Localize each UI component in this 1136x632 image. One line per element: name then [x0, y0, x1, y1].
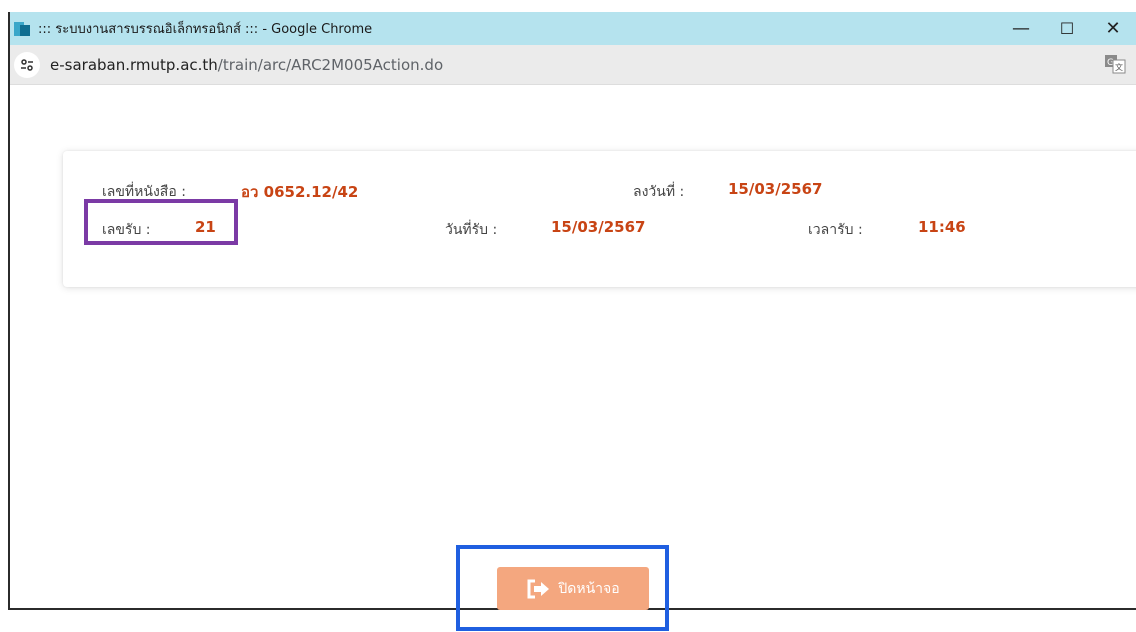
dated-value: 15/03/2567: [728, 180, 823, 198]
window-controls: — ☐ ✕: [998, 12, 1136, 45]
receive-no-highlight: [84, 199, 238, 245]
app-book-icon: [14, 21, 30, 36]
close-button-highlight: [456, 545, 669, 631]
address-bar: e-saraban.rmutp.ac.th/train/arc/ARC2M005…: [10, 45, 1136, 85]
receive-time-value: 11:46: [918, 218, 966, 236]
receive-date-label: วันที่รับ :: [445, 222, 498, 238]
url-text[interactable]: e-saraban.rmutp.ac.th/train/arc/ARC2M005…: [50, 56, 443, 74]
maximize-button[interactable]: ☐: [1044, 12, 1090, 45]
translate-icon[interactable]: G 文: [1104, 54, 1126, 74]
receive-date-value: 15/03/2567: [551, 218, 646, 236]
svg-text:文: 文: [1115, 62, 1123, 72]
close-window-button[interactable]: ✕: [1090, 12, 1136, 45]
minimize-button[interactable]: —: [998, 12, 1044, 45]
book-no-value: อว 0652.12/42: [241, 183, 359, 201]
window-title: ::: ระบบงานสารบรรณอิเล็กทรอนิกส์ ::: - G…: [38, 22, 373, 37]
browser-popup-window: ::: ระบบงานสารบรรณอิเล็กทรอนิกส์ ::: - G…: [8, 12, 1136, 610]
url-path: /train/arc/ARC2M005Action.do: [217, 55, 444, 74]
tune-icon[interactable]: [14, 51, 40, 78]
url-host: e-saraban.rmutp.ac.th: [50, 55, 218, 74]
title-bar: ::: ระบบงานสารบรรณอิเล็กทรอนิกส์ ::: - G…: [10, 12, 1136, 45]
dated-label: ลงวันที่ :: [633, 184, 685, 200]
receive-time-label: เวลารับ :: [808, 222, 863, 238]
